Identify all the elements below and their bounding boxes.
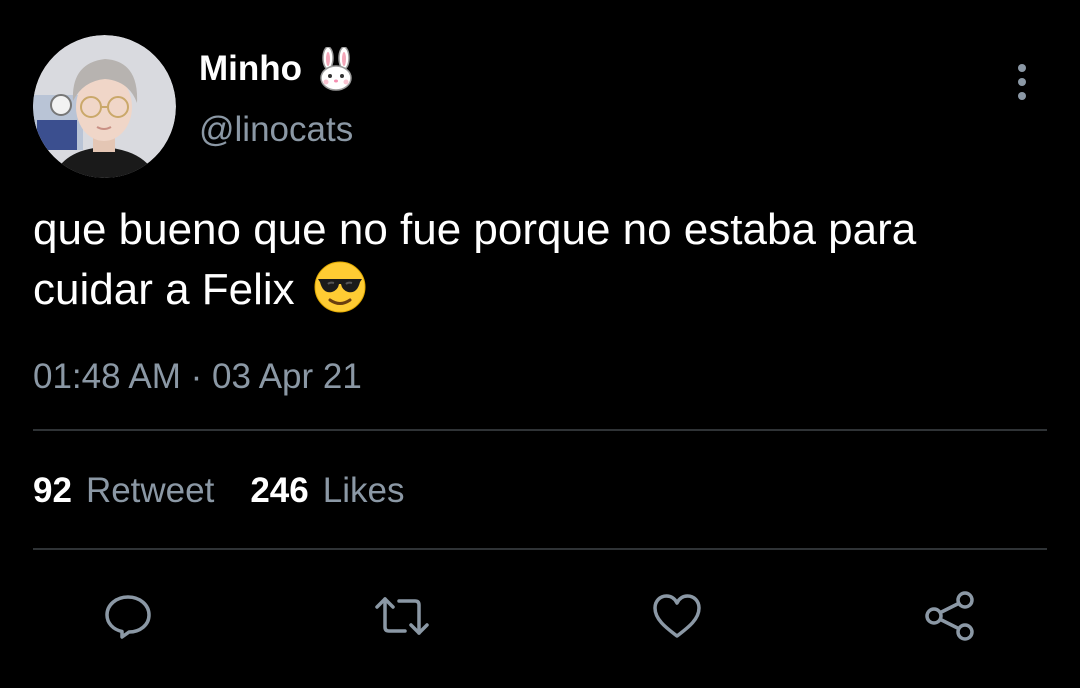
user-handle[interactable]: @linocats xyxy=(199,108,353,152)
tweet-text-content: que bueno que no fue porque no estaba pa… xyxy=(33,205,917,314)
more-dot xyxy=(1018,92,1026,100)
like-button[interactable] xyxy=(649,588,705,644)
tweet-timestamp[interactable]: 01:48 AM · 03 Apr 21 xyxy=(33,354,362,400)
retweet-button[interactable] xyxy=(374,588,430,644)
more-dot xyxy=(1018,78,1026,86)
reply-button[interactable] xyxy=(100,588,156,644)
share-icon xyxy=(923,589,977,643)
divider xyxy=(33,548,1047,550)
retweet-stat[interactable]: 92 Retweet xyxy=(33,468,214,514)
like-icon xyxy=(651,592,703,640)
likes-stat[interactable]: 246 Likes xyxy=(250,468,404,514)
divider xyxy=(33,429,1047,431)
retweet-label: Retweet xyxy=(85,471,215,510)
tweet-stats: 92 Retweet 246 Likes xyxy=(33,468,404,514)
avatar[interactable] xyxy=(33,35,176,178)
likes-label: Likes xyxy=(322,471,405,510)
retweet-count: 92 xyxy=(33,471,72,510)
share-button[interactable] xyxy=(922,588,978,644)
rabbit-face-emoji-icon xyxy=(316,46,356,91)
tweet-text: que bueno que no fue porque no estaba pa… xyxy=(33,200,1043,320)
display-name[interactable]: Minho xyxy=(199,46,302,92)
reply-icon xyxy=(103,591,153,641)
more-dot xyxy=(1018,64,1026,72)
smiling-face-with-sunglasses-emoji-icon xyxy=(313,260,367,314)
likes-count: 246 xyxy=(250,471,309,510)
retweet-icon xyxy=(372,591,432,641)
display-name-row[interactable]: Minho xyxy=(199,46,356,92)
more-options-icon[interactable] xyxy=(1004,62,1040,102)
